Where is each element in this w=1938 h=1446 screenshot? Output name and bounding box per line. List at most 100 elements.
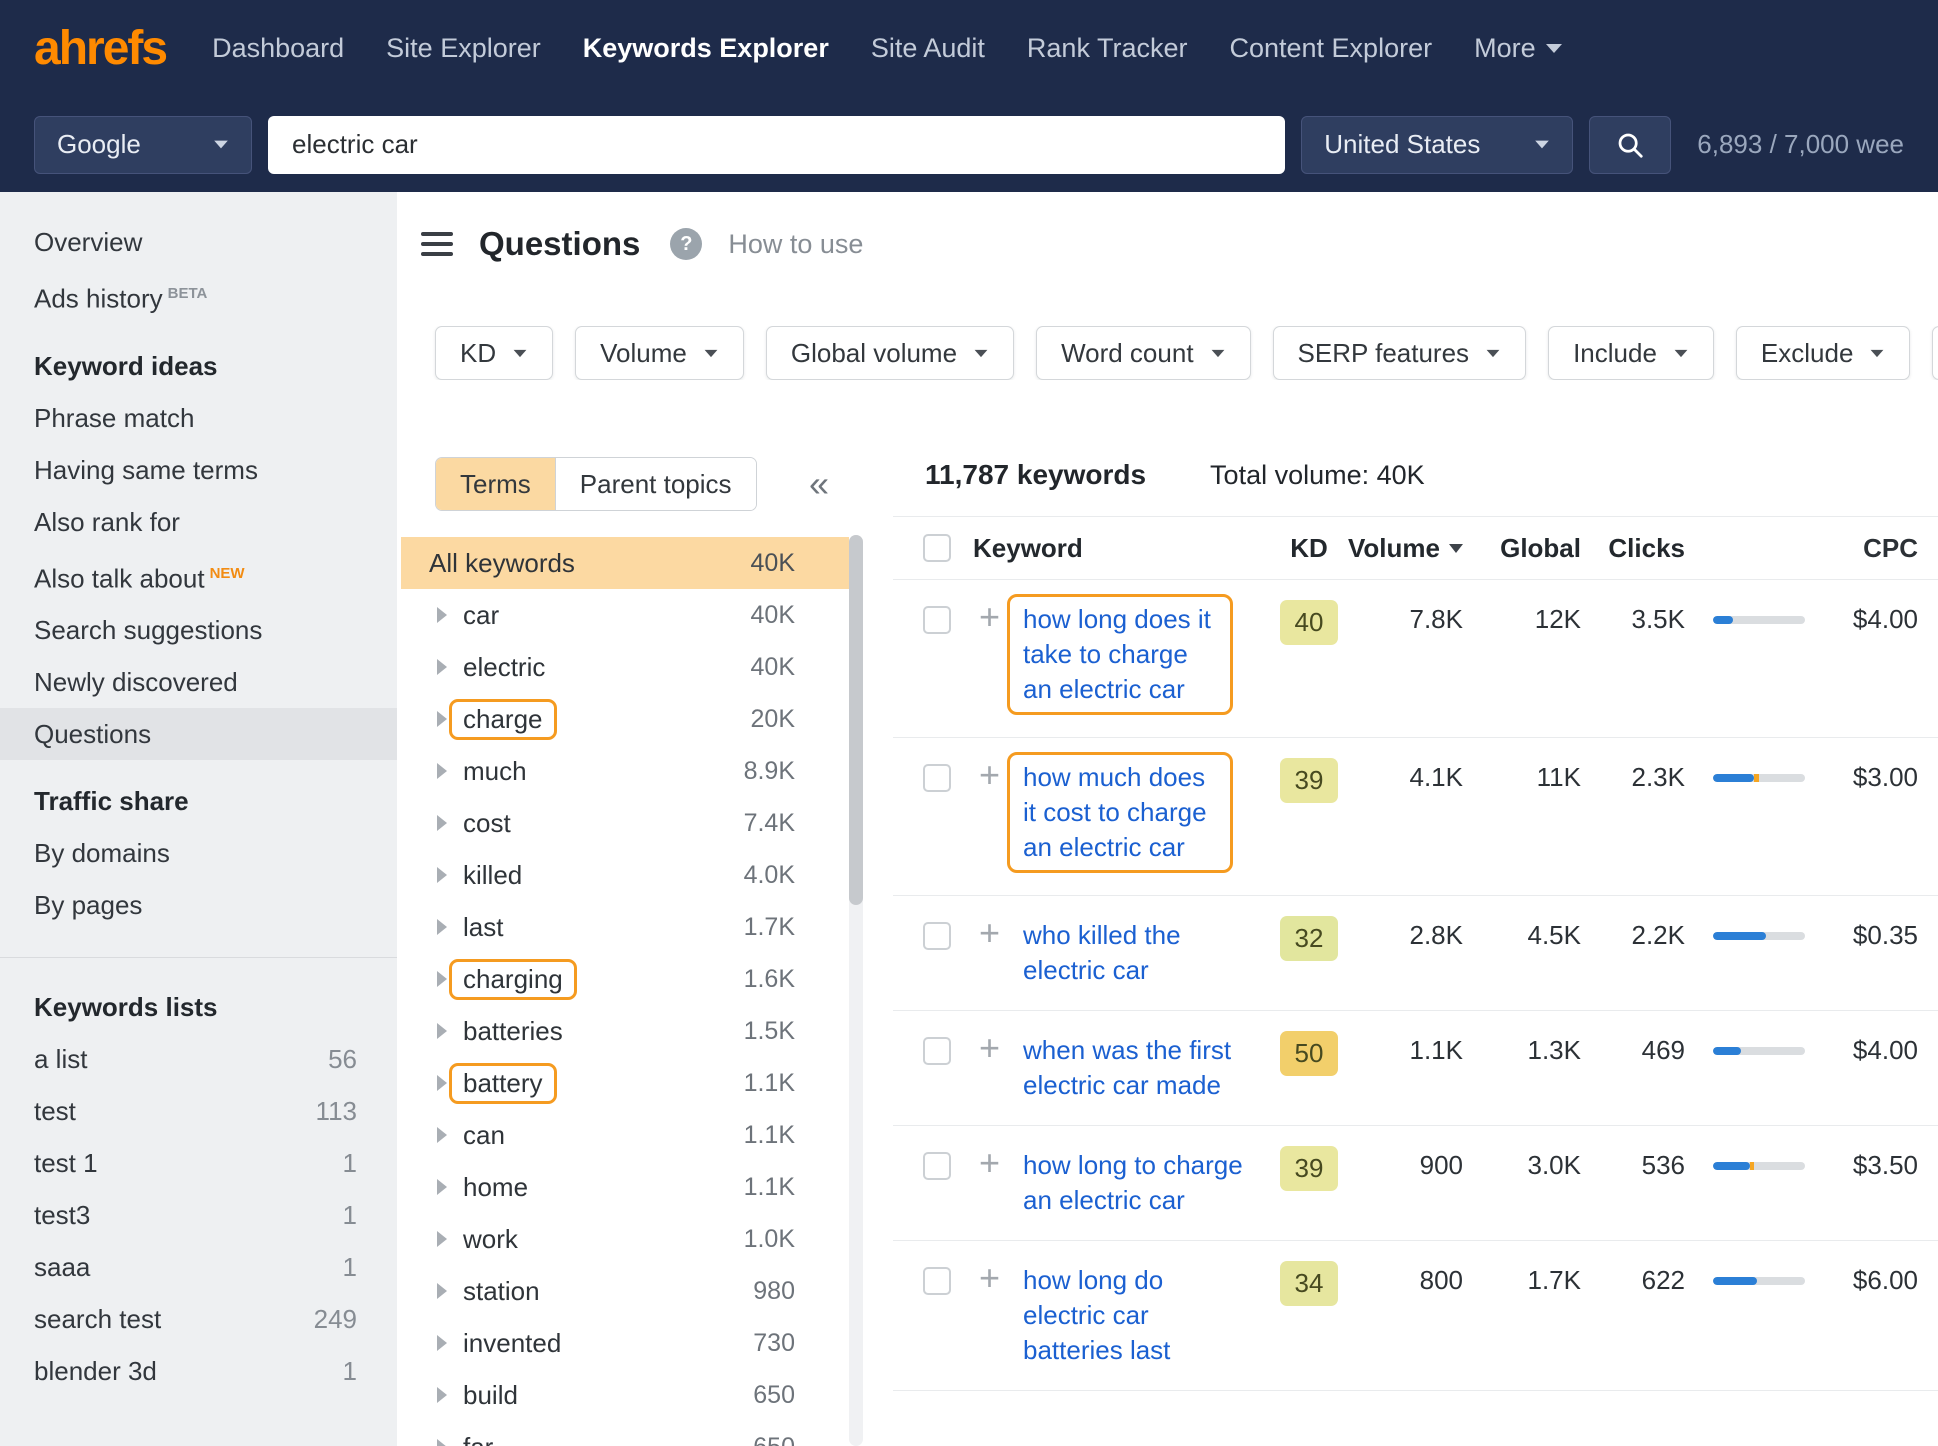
- keyword-link[interactable]: how long to charge an electric car: [1023, 1148, 1243, 1218]
- country-select[interactable]: United States: [1301, 116, 1573, 174]
- keywords-list-item[interactable]: search test249: [0, 1293, 397, 1345]
- chevron-down-icon: [514, 349, 527, 356]
- nav-item-rank-tracker[interactable]: Rank Tracker: [1027, 33, 1188, 64]
- cell-clicks: 2.2K: [1581, 918, 1685, 953]
- column-kd[interactable]: KD: [1263, 533, 1355, 564]
- row-checkbox[interactable]: [923, 1037, 951, 1065]
- sidebar-item-questions[interactable]: Questions: [0, 708, 397, 760]
- help-icon[interactable]: ?: [670, 228, 702, 260]
- search-button[interactable]: [1589, 116, 1671, 174]
- term-row[interactable]: build650: [401, 1369, 849, 1421]
- filter-global-volume[interactable]: Global volume: [766, 326, 1014, 380]
- sidebar-item-search-suggestions[interactable]: Search suggestions: [0, 604, 397, 656]
- filter-word-count[interactable]: Word count: [1036, 326, 1250, 380]
- cell-kd: 39: [1263, 1148, 1355, 1191]
- add-icon[interactable]: +: [979, 1263, 1000, 1293]
- how-to-use-link[interactable]: How to use: [728, 229, 863, 260]
- sidebar-item-newly-discovered[interactable]: Newly discovered: [0, 656, 397, 708]
- sidebar-item-also-rank-for[interactable]: Also rank for: [0, 496, 397, 548]
- term-row[interactable]: last1.7K: [401, 901, 849, 953]
- term-row[interactable]: killed4.0K: [401, 849, 849, 901]
- term-row[interactable]: home1.1K: [401, 1161, 849, 1213]
- nav-item-content-explorer[interactable]: Content Explorer: [1229, 33, 1432, 64]
- keywords-list-item[interactable]: test 11: [0, 1137, 397, 1189]
- term-row[interactable]: station980: [401, 1265, 849, 1317]
- filter-kd[interactable]: KD: [435, 326, 553, 380]
- nav-item-site-audit[interactable]: Site Audit: [871, 33, 985, 64]
- filter-label: Global volume: [791, 338, 957, 369]
- keywords-list-item[interactable]: test113: [0, 1085, 397, 1137]
- clicks-bar-fill: [1713, 1277, 1757, 1285]
- add-icon[interactable]: +: [979, 1033, 1000, 1063]
- column-global[interactable]: Global: [1463, 533, 1581, 564]
- ahrefs-logo[interactable]: ahrefs: [34, 21, 166, 76]
- keyword-link[interactable]: when was the first electric car made: [1023, 1033, 1243, 1103]
- row-checkbox[interactable]: [923, 1152, 951, 1180]
- tab-terms[interactable]: Terms: [436, 458, 555, 510]
- column-volume[interactable]: Volume: [1355, 533, 1463, 564]
- main-nav: Dashboard Site Explorer Keywords Explorer S…: [212, 33, 1562, 64]
- filter-exclude[interactable]: Exclude: [1736, 326, 1911, 380]
- menu-icon[interactable]: [421, 232, 453, 256]
- keyword-link[interactable]: how much does it cost to charge an elect…: [1007, 752, 1233, 873]
- row-checkbox[interactable]: [923, 606, 951, 634]
- keywords-list-item[interactable]: blender 3d1: [0, 1345, 397, 1397]
- sidebar-item-phrase-match[interactable]: Phrase match: [0, 392, 397, 444]
- cell-keyword: how long does it take to charge an elect…: [1023, 602, 1263, 715]
- nav-item-dashboard[interactable]: Dashboard: [212, 33, 344, 64]
- keywords-list-item[interactable]: saaa1: [0, 1241, 397, 1293]
- collapse-panel-icon[interactable]: «: [809, 466, 829, 502]
- filter-volume[interactable]: Volume: [575, 326, 744, 380]
- term-volume: 1.1K: [744, 1069, 849, 1098]
- term-row[interactable]: batteries1.5K: [401, 1005, 849, 1057]
- tab-parent-topics[interactable]: Parent topics: [555, 458, 756, 510]
- filter-m[interactable]: M: [1932, 326, 1938, 380]
- add-icon[interactable]: +: [979, 602, 1000, 632]
- term-row[interactable]: much8.9K: [401, 745, 849, 797]
- sidebar-item-ads-history[interactable]: Ads historyBETA: [0, 268, 397, 325]
- term-row[interactable]: electric40K: [401, 641, 849, 693]
- term-volume: 40K: [751, 601, 849, 630]
- term-row[interactable]: invented730: [401, 1317, 849, 1369]
- term-row[interactable]: charge20K: [401, 693, 849, 745]
- row-checkbox[interactable]: [923, 922, 951, 950]
- keyword-search-input[interactable]: [268, 116, 1285, 174]
- term-row[interactable]: work1.0K: [401, 1213, 849, 1265]
- column-keyword[interactable]: Keyword: [973, 533, 1263, 564]
- scrollbar-thumb[interactable]: [849, 535, 863, 905]
- filter-serp-features[interactable]: SERP features: [1273, 326, 1527, 380]
- nav-item-label: Site Audit: [871, 33, 985, 64]
- filter-include[interactable]: Include: [1548, 326, 1714, 380]
- sidebar-item-having-same-terms[interactable]: Having same terms: [0, 444, 397, 496]
- term-row[interactable]: charging1.6K: [401, 953, 849, 1005]
- sidebar-item-by-pages[interactable]: By pages: [0, 879, 397, 931]
- add-icon[interactable]: +: [979, 918, 1000, 948]
- add-icon[interactable]: +: [979, 760, 1000, 790]
- nav-item-keywords-explorer[interactable]: Keywords Explorer: [583, 33, 829, 64]
- sidebar-item-by-domains[interactable]: By domains: [0, 827, 397, 879]
- search-engine-select[interactable]: Google: [34, 116, 252, 174]
- term-row[interactable]: battery1.1K: [401, 1057, 849, 1109]
- terms-scrollbar[interactable]: [849, 535, 863, 1446]
- keyword-link[interactable]: how long does it take to charge an elect…: [1007, 594, 1233, 715]
- keywords-list-item[interactable]: a list56: [0, 1033, 397, 1085]
- column-cpc[interactable]: CPC: [1825, 531, 1938, 566]
- keyword-link[interactable]: how long do electric car batteries last: [1023, 1263, 1243, 1368]
- term-row[interactable]: can1.1K: [401, 1109, 849, 1161]
- term-row[interactable]: far650: [401, 1421, 849, 1446]
- list-count: 1: [343, 1148, 357, 1178]
- nav-item-more[interactable]: More: [1474, 33, 1562, 64]
- select-all-checkbox[interactable]: [923, 534, 951, 562]
- sidebar-item-also-talk-about[interactable]: Also talk aboutNEW: [0, 548, 397, 605]
- keyword-link[interactable]: who killed the electric car: [1023, 918, 1243, 988]
- sidebar-item-overview[interactable]: Overview: [0, 216, 397, 268]
- nav-item-site-explorer[interactable]: Site Explorer: [386, 33, 541, 64]
- term-row[interactable]: cost7.4K: [401, 797, 849, 849]
- term-row[interactable]: car40K: [401, 589, 849, 641]
- all-keywords-row[interactable]: All keywords 40K: [401, 537, 849, 589]
- add-icon[interactable]: +: [979, 1148, 1000, 1178]
- column-clicks[interactable]: Clicks: [1581, 533, 1685, 564]
- row-checkbox[interactable]: [923, 1267, 951, 1295]
- keywords-list-item[interactable]: test31: [0, 1189, 397, 1241]
- row-checkbox[interactable]: [923, 764, 951, 792]
